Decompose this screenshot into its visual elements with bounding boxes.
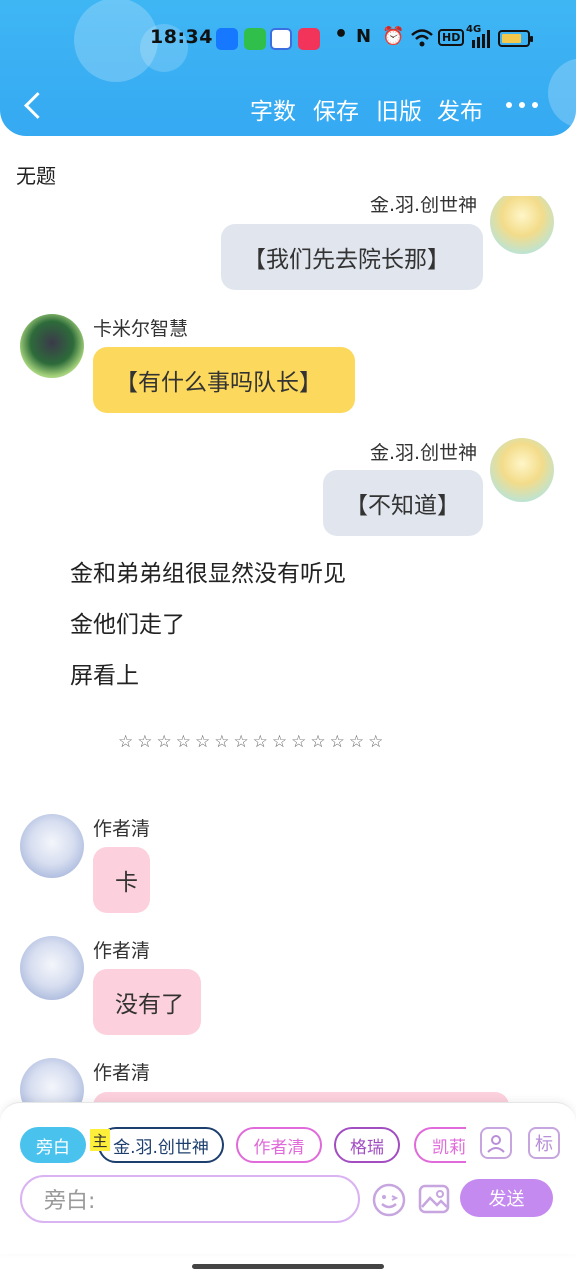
character-chip[interactable]: 作者清 — [236, 1127, 322, 1163]
wechat-store-icon — [244, 28, 266, 50]
star-divider-text: ☆☆☆☆☆☆☆☆☆☆☆☆☆☆ — [118, 732, 388, 752]
avatar[interactable] — [490, 196, 554, 254]
image-icon[interactable] — [418, 1183, 450, 1215]
alarm-icon: ⏰ — [382, 26, 405, 47]
app-root: 18:34 • N ⏰ HD 4G 字数 保存 旧版 发布 无题 金.羽.创世神… — [0, 0, 576, 1280]
sender-name: 作者清 — [93, 940, 151, 962]
chevron-left-icon[interactable] — [16, 88, 52, 124]
document-title: 无题 — [16, 164, 56, 188]
status-bar: 18:34 • N ⏰ HD 4G — [0, 20, 576, 58]
video-app-icon — [298, 28, 320, 50]
character-icon[interactable] — [480, 1127, 512, 1159]
emoji-icon[interactable] — [372, 1183, 406, 1217]
narration-line[interactable]: 金他们走了 — [70, 605, 185, 639]
avatar[interactable] — [490, 438, 554, 502]
aside-chip[interactable]: 旁白 — [20, 1127, 86, 1163]
message-bubble[interactable]: 【我们先去院长那】 — [221, 224, 483, 290]
send-button[interactable]: 发送 — [460, 1179, 553, 1217]
message-bubble[interactable]: 【有什么事吗队长】 — [93, 347, 355, 413]
publish-button[interactable]: 发布 — [437, 92, 483, 126]
status-time: 18:34 — [150, 26, 213, 48]
character-icon-glyph — [487, 1135, 505, 1153]
hd-icon: HD — [438, 29, 465, 46]
message-bubble[interactable]: 【不知道】 — [323, 470, 483, 536]
main-character-tag: 主 — [90, 1129, 110, 1151]
header: 18:34 • N ⏰ HD 4G 字数 保存 旧版 发布 — [0, 0, 576, 136]
nfc-icon: N — [356, 26, 372, 47]
sender-name: 作者清 — [93, 818, 151, 840]
battery-level — [502, 34, 521, 43]
narration-input[interactable]: 旁白: — [20, 1175, 360, 1223]
narration-line[interactable]: 金和弟弟组很显然没有听见 — [70, 554, 346, 588]
battery-icon — [498, 30, 533, 47]
alipay-icon — [216, 28, 238, 50]
avatar[interactable] — [20, 936, 84, 1000]
character-chip[interactable]: 格瑞 — [334, 1127, 400, 1163]
app-icon — [270, 28, 292, 50]
character-chip[interactable]: 凯莉 — [414, 1127, 466, 1163]
message-bubble[interactable]: 没有了 — [93, 969, 201, 1035]
mark-button[interactable]: 标 — [528, 1127, 560, 1159]
sender-name: 金.羽.创世神 — [370, 442, 478, 464]
star-divider: ☆☆☆☆☆☆☆☆☆☆☆☆☆☆ — [118, 732, 468, 756]
avatar[interactable] — [20, 314, 84, 378]
word-count-button[interactable]: 字数 — [250, 92, 296, 126]
sender-name: 作者清 — [93, 1062, 151, 1084]
home-indicator[interactable] — [192, 1264, 384, 1269]
narration-line[interactable]: 屏看上 — [70, 656, 139, 690]
composer-panel: 旁白 金.羽.创世神 主 作者清 格瑞 凯莉 标 旁白: 发送 — [0, 1102, 576, 1254]
more-dots-icon[interactable] — [504, 102, 540, 112]
avatar[interactable] — [20, 814, 84, 878]
toolbar: 字数 保存 旧版 发布 — [0, 80, 576, 134]
old-version-button[interactable]: 旧版 — [376, 92, 422, 126]
sender-name: 金.羽.创世神 — [370, 196, 478, 216]
chat-area[interactable]: 金.羽.创世神 【我们先去院长那】 卡米尔智慧 【有什么事吗队长】 金.羽.创世… — [0, 196, 576, 1106]
dot-icon: • — [334, 22, 349, 47]
wifi-icon — [411, 29, 433, 47]
message-bubble[interactable]: 卡 — [93, 847, 150, 913]
character-chip[interactable]: 金.羽.创世神 — [98, 1127, 224, 1163]
save-button[interactable]: 保存 — [313, 92, 359, 126]
avatar[interactable] — [20, 1058, 84, 1106]
sender-name: 卡米尔智慧 — [93, 318, 189, 340]
signal-bars-icon — [472, 30, 490, 48]
